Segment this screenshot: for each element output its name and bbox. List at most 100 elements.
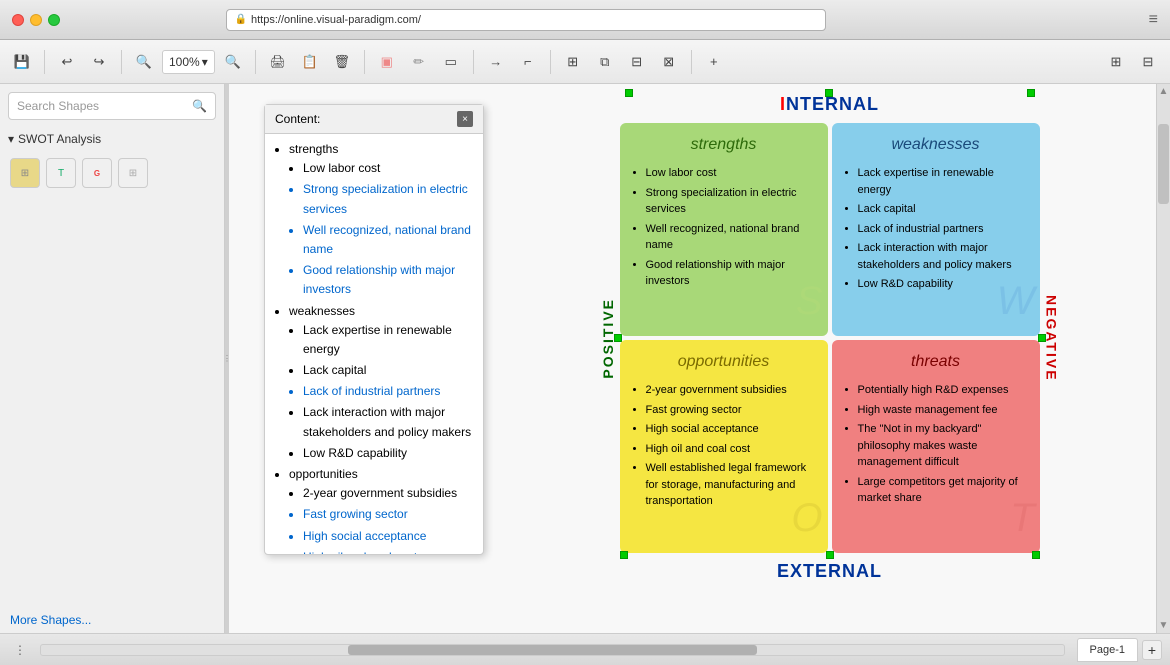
scroll-thumb	[348, 645, 757, 655]
main-layout: Search Shapes 🔍 ▾ SWOT Analysis ⊞ T G ⊞ …	[0, 84, 1170, 633]
list-item: Potentially high R&D expenses	[858, 382, 1028, 399]
list-item: Strong specialization in electric servic…	[303, 180, 473, 218]
redo-button[interactable]: ↪	[85, 48, 113, 76]
line-color-button[interactable]: ✏	[405, 48, 433, 76]
canvas-area[interactable]: Content: × strengths Low labor cost Stro…	[229, 84, 1170, 633]
scroll-down-arrow[interactable]: ▼	[1157, 620, 1170, 631]
list-item: Fast growing sector	[646, 402, 816, 419]
list-item: Lack interaction with major stakeholders…	[858, 240, 1028, 273]
list-item: Strong specialization in electric servic…	[646, 185, 816, 218]
swot-icon-1[interactable]: ⊞	[10, 158, 40, 188]
list-item: The "Not in my backyard" philosophy make…	[858, 421, 1028, 471]
list-item: Lack capital	[303, 361, 473, 380]
minimize-button[interactable]	[30, 14, 42, 26]
weaknesses-title: weaknesses	[844, 133, 1028, 157]
horizontal-scrollbar[interactable]	[40, 644, 1065, 656]
selection-handle[interactable]	[1038, 334, 1046, 342]
scroll-up-arrow[interactable]: ▲	[1157, 86, 1170, 97]
toolbar: 💾 ↩ ↪ 🔍 100% ▾ 🔍 🖨 📋 🗑 ▣ ✏ ▭ → ⌐ ⊞ ⧉ ⊟ ⊠…	[0, 40, 1170, 84]
opportunities-title: opportunities	[632, 350, 816, 374]
full-view-button[interactable]: ⊟	[1134, 48, 1162, 76]
list-item: weaknesses Lack expertise in renewable e…	[289, 302, 473, 464]
separator	[691, 50, 692, 74]
separator	[44, 50, 45, 74]
distribute-button[interactable]: ⊠	[655, 48, 683, 76]
menu-icon[interactable]: ≡	[1149, 11, 1158, 29]
selection-handle[interactable]	[1032, 551, 1040, 559]
search-box[interactable]: Search Shapes 🔍	[8, 92, 216, 120]
threats-title: threats	[844, 350, 1028, 374]
delete-button[interactable]: 🗑	[328, 48, 356, 76]
search-icon: 🔍	[192, 99, 207, 113]
copy-button[interactable]: 📋	[296, 48, 324, 76]
maximize-button[interactable]	[48, 14, 60, 26]
list-item: Large competitors get majority of market…	[858, 474, 1028, 507]
chevron-down-icon: ▾	[202, 55, 208, 69]
swot-icon-4[interactable]: ⊞	[118, 158, 148, 188]
close-icon[interactable]: ×	[457, 111, 473, 127]
vertical-scrollbar[interactable]: ▲ ▼	[1156, 84, 1170, 633]
list-item: Good relationship with major investors	[646, 257, 816, 290]
list-item: 2-year government subsidies	[303, 484, 473, 503]
list-item: High oil and coal cost	[646, 441, 816, 458]
separator	[255, 50, 256, 74]
list-item: Low labor cost	[646, 165, 816, 182]
selection-handle[interactable]	[614, 334, 622, 342]
list-item: Low R&D capability	[303, 444, 473, 463]
list-item: High waste management fee	[858, 402, 1028, 419]
add-page-button[interactable]: +	[1142, 640, 1162, 660]
sidebar-item-swot-analysis[interactable]: ▾ SWOT Analysis	[0, 128, 224, 150]
connector2-button[interactable]: ⌐	[514, 48, 542, 76]
list-item: 2-year government subsidies	[646, 382, 816, 399]
zoom-control[interactable]: 100% ▾	[162, 50, 215, 74]
selection-handle[interactable]	[1027, 89, 1035, 97]
bottom-left-btn[interactable]: ⋮	[8, 638, 32, 662]
content-popup-body[interactable]: strengths Low labor cost Strong speciali…	[265, 134, 483, 554]
undo-button[interactable]: ↩	[53, 48, 81, 76]
swot-weaknesses-cell[interactable]: weaknesses Lack expertise in renewable e…	[832, 123, 1040, 336]
fill-color-button[interactable]: ▣	[373, 48, 401, 76]
more-shapes-link[interactable]: More Shapes...	[0, 607, 224, 633]
save-button[interactable]: 💾	[8, 48, 36, 76]
list-item: Well recognized, national brand name	[303, 221, 473, 259]
content-popup-title: Content:	[275, 112, 320, 126]
selection-handle[interactable]	[825, 89, 833, 97]
scroll-thumb	[1158, 124, 1169, 204]
separator	[473, 50, 474, 74]
selection-handle[interactable]	[625, 89, 633, 97]
list-item: strengths Low labor cost Strong speciali…	[289, 140, 473, 300]
zoom-out-button[interactable]: 🔍	[219, 48, 247, 76]
swot-icon-2[interactable]: T	[46, 158, 76, 188]
separator	[121, 50, 122, 74]
swot-opportunities-cell[interactable]: opportunities 2-year government subsidie…	[620, 340, 828, 553]
selection-handle[interactable]	[826, 551, 834, 559]
arrange-button[interactable]: ⧉	[591, 48, 619, 76]
url-bar[interactable]: 🔒 https://online.visual-paradigm.com/	[226, 9, 826, 31]
zoom-in-button[interactable]: 🔍	[130, 48, 158, 76]
lock-icon: 🔒	[235, 14, 247, 25]
bottom-bar: ⋮ Page-1 +	[0, 633, 1170, 665]
sidebar-section-label: SWOT Analysis	[18, 132, 101, 146]
split-view-button[interactable]: ⊞	[1102, 48, 1130, 76]
swot-icon-3[interactable]: G	[82, 158, 112, 188]
swot-grid-wrapper: POSITIVE strengths Low labor cost Strong…	[596, 123, 1064, 553]
insert-button[interactable]: ⊞	[559, 48, 587, 76]
swot-threats-cell[interactable]: threats Potentially high R&D expenses Hi…	[832, 340, 1040, 553]
list-item: Lack interaction with major stakeholders…	[303, 403, 473, 441]
content-popup: Content: × strengths Low labor cost Stro…	[264, 104, 484, 555]
connector1-button[interactable]: →	[482, 48, 510, 76]
add-button[interactable]: +	[700, 48, 728, 76]
selection-handle[interactable]	[620, 551, 628, 559]
page-tab[interactable]: Page-1	[1077, 638, 1138, 662]
swot-strengths-cell[interactable]: strengths Low labor cost Strong speciali…	[620, 123, 828, 336]
strengths-title: strengths	[632, 133, 816, 157]
sidebar-icons: ⊞ T G ⊞	[0, 150, 224, 196]
chevron-down-icon: ▾	[8, 132, 14, 146]
titlebar: 🔒 https://online.visual-paradigm.com/ ≡	[0, 0, 1170, 40]
print-button[interactable]: 🖨	[264, 48, 292, 76]
zoom-level: 100%	[169, 55, 200, 69]
close-button[interactable]	[12, 14, 24, 26]
shape-button[interactable]: ▭	[437, 48, 465, 76]
list-item: Lack of industrial partners	[303, 382, 473, 401]
align-button[interactable]: ⊟	[623, 48, 651, 76]
